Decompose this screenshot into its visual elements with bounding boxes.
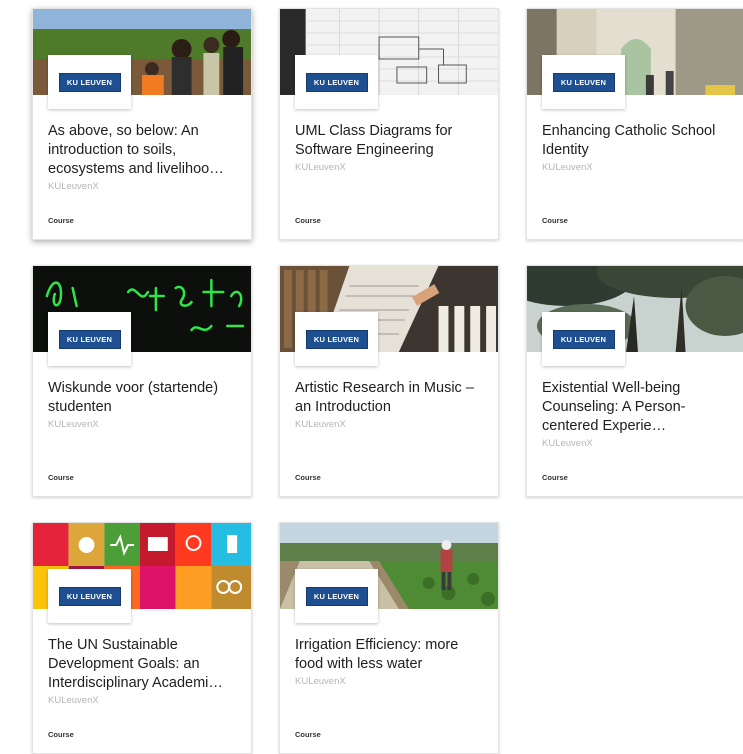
course-card[interactable]: KU LEUVEN Artistic Research in Music – a… (279, 265, 499, 497)
course-card[interactable]: KU LEUVEN Wiskunde voor (startende) stud… (32, 265, 252, 497)
ku-leuven-logo: KU LEUVEN (295, 569, 378, 623)
ku-leuven-logo: KU LEUVEN (542, 312, 625, 366)
course-org: KULeuvenX (48, 181, 99, 192)
course-card[interactable]: KU LEUVEN As above, so below: An introdu… (32, 8, 252, 240)
course-title[interactable]: Enhancing Catholic School Identity (542, 122, 737, 160)
course-type-label: Course (295, 730, 321, 739)
course-org: KULeuvenX (48, 695, 99, 706)
course-title[interactable]: Wiskunde voor (startende) studenten (48, 379, 243, 417)
course-card[interactable]: KU LEUVEN Existential Well-being Counsel… (526, 265, 743, 497)
course-title[interactable]: Existential Well-being Counseling: A Per… (542, 379, 737, 436)
course-type-label: Course (48, 473, 74, 482)
course-type-label: Course (542, 216, 568, 225)
course-card[interactable]: KU LEUVEN The UN Sustainable Development… (32, 522, 252, 754)
course-type-label: Course (295, 216, 321, 225)
course-org: KULeuvenX (295, 162, 346, 173)
ku-leuven-logo: KU LEUVEN (48, 569, 131, 623)
course-title[interactable]: The UN Sustainable Development Goals: an… (48, 636, 243, 693)
course-card[interactable]: KU LEUVEN Enhancing Catholic School Iden… (526, 8, 743, 240)
course-org: KULeuvenX (48, 419, 99, 430)
course-card[interactable]: KU LEUVEN Irrigation Efficiency: more fo… (279, 522, 499, 754)
course-type-label: Course (542, 473, 568, 482)
ku-leuven-logo: KU LEUVEN (48, 312, 131, 366)
course-org: KULeuvenX (542, 438, 593, 449)
course-type-label: Course (48, 216, 74, 225)
course-type-label: Course (48, 730, 74, 739)
ku-leuven-logo: KU LEUVEN (48, 55, 131, 109)
course-type-label: Course (295, 473, 321, 482)
ku-leuven-logo: KU LEUVEN (295, 55, 378, 109)
course-title[interactable]: Artistic Research in Music – an Introduc… (295, 379, 490, 417)
course-org: KULeuvenX (295, 676, 346, 687)
course-title[interactable]: Irrigation Efficiency: more food with le… (295, 636, 490, 674)
course-title[interactable]: UML Class Diagrams for Software Engineer… (295, 122, 490, 160)
course-title[interactable]: As above, so below: An introduction to s… (48, 122, 243, 179)
course-org: KULeuvenX (542, 162, 593, 173)
course-card[interactable]: KU LEUVEN UML Class Diagrams for Softwar… (279, 8, 499, 240)
ku-leuven-logo: KU LEUVEN (542, 55, 625, 109)
ku-leuven-logo: KU LEUVEN (295, 312, 378, 366)
course-org: KULeuvenX (295, 419, 346, 430)
